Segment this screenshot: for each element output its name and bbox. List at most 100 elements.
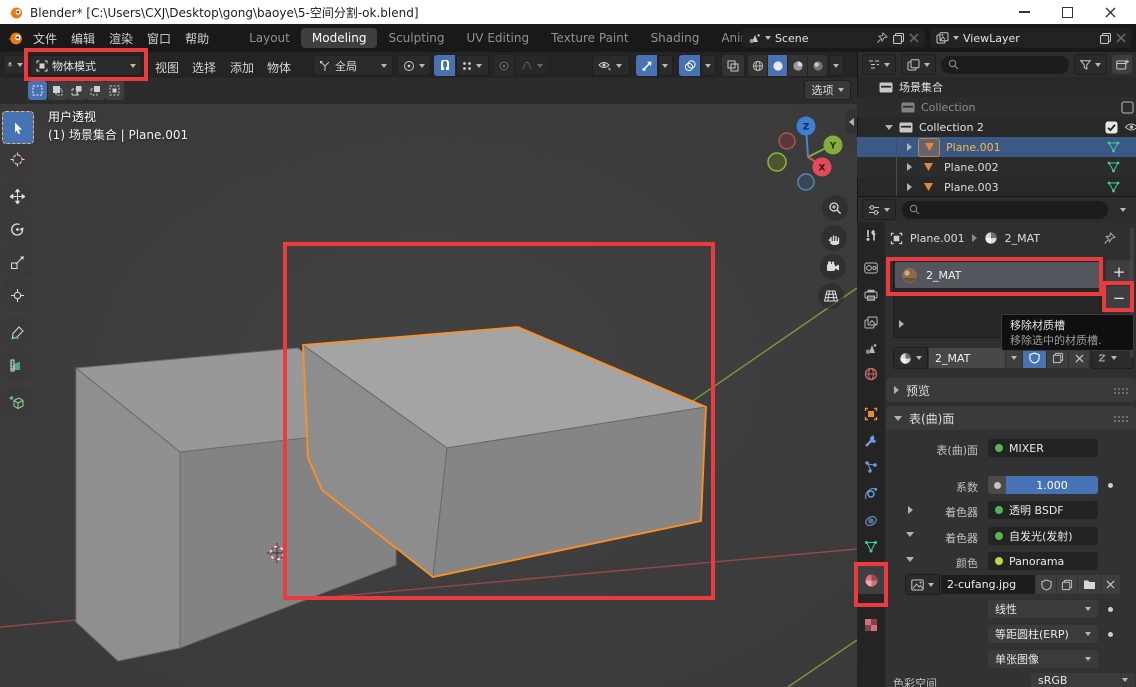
tab-world[interactable] — [857, 367, 885, 381]
select-mode-invert-button[interactable] — [86, 81, 105, 100]
viewport-pan-button[interactable] — [821, 225, 847, 251]
viewlayer-selector[interactable]: ViewLayer — [930, 28, 1132, 48]
transform-orientation-dropdown[interactable]: 全局 — [313, 55, 393, 76]
select-mode-new-button[interactable] — [28, 81, 47, 100]
expand-arrow-icon[interactable] — [907, 183, 912, 191]
snap-settings-dropdown[interactable] — [456, 55, 489, 76]
shading-dropdown[interactable] — [829, 55, 844, 76]
view-menu[interactable]: 视图 — [148, 57, 186, 78]
tab-physics[interactable] — [857, 487, 885, 501]
surface-value-button[interactable]: MIXER — [988, 439, 1098, 457]
material-slot-item[interactable]: 2_MAT — [895, 262, 1100, 288]
pin-icon[interactable] — [876, 32, 888, 44]
properties-options-dropdown[interactable] — [1114, 208, 1132, 212]
minimize-button[interactable] — [1006, 0, 1042, 24]
drag-handle-icon[interactable] — [1113, 415, 1128, 422]
visibility-dropdown[interactable] — [592, 55, 630, 76]
workspace-tab-modeling[interactable]: Modeling — [301, 28, 378, 48]
breadcrumb-object-name[interactable]: Plane.001 — [910, 232, 965, 245]
factor-value-field[interactable]: 1.000 — [1006, 476, 1098, 494]
tab-viewlayer[interactable] — [857, 316, 885, 329]
tool-cursor[interactable] — [2, 144, 32, 175]
object-menu[interactable]: 物体 — [260, 57, 298, 78]
menu-edit[interactable]: 编辑 — [64, 28, 102, 49]
sidebar-toggle[interactable] — [845, 110, 857, 134]
color-value-button[interactable]: Panorama — [988, 552, 1098, 570]
slot-specials-arrow-icon[interactable] — [899, 320, 904, 328]
copy-icon[interactable] — [892, 32, 905, 45]
tab-object[interactable] — [857, 407, 885, 421]
menu-window[interactable]: 窗口 — [140, 28, 178, 49]
image-fake-user-toggle[interactable] — [1036, 575, 1056, 594]
show-gizmo-toggle[interactable] — [636, 55, 657, 76]
menu-help[interactable]: 帮助 — [178, 28, 216, 49]
viewport-canvas[interactable]: Z Y X — [0, 104, 857, 687]
options-dropdown[interactable]: 选项 — [804, 80, 851, 100]
open-image-button[interactable] — [1078, 575, 1100, 594]
gizmo-dropdown[interactable] — [658, 55, 673, 76]
overlays-dropdown[interactable] — [701, 55, 716, 76]
tool-scale[interactable] — [2, 247, 32, 278]
properties-editor-type-button[interactable] — [862, 199, 896, 220]
tab-render[interactable] — [857, 262, 885, 274]
preview-panel-header[interactable]: 预览 — [886, 378, 1136, 402]
outliner-display-mode-button[interactable] — [901, 54, 936, 75]
shader2-value-button[interactable]: 自发光(发射) — [988, 527, 1098, 545]
outliner-filter-button[interactable] — [1074, 54, 1107, 75]
tool-annotate[interactable] — [2, 317, 32, 348]
properties-search-input[interactable] — [902, 201, 1108, 219]
tab-tool[interactable] — [857, 228, 885, 242]
gizmo-negz-ball[interactable] — [798, 174, 814, 190]
breadcrumb-material-name[interactable]: 2_MAT — [1005, 232, 1040, 245]
image-name-field[interactable]: 2-cufang.jpg — [941, 575, 1035, 594]
snap-toggle[interactable] — [434, 55, 455, 76]
decorator-dot[interactable] — [1108, 607, 1113, 612]
select-mode-extend-button[interactable] — [48, 81, 67, 100]
tab-particles[interactable] — [857, 460, 885, 474]
outliner-row-plane003[interactable]: Plane.003 — [857, 177, 1136, 197]
scene-selector[interactable]: Scene — [742, 28, 925, 48]
workspace-tab-uvediting[interactable]: UV Editing — [456, 28, 541, 48]
menu-render[interactable]: 渲染 — [102, 28, 140, 49]
select-mode-intersect-button[interactable] — [105, 81, 124, 100]
factor-slider[interactable]: 1.000 — [988, 476, 1098, 494]
tab-output[interactable] — [857, 289, 885, 301]
fake-user-toggle[interactable] — [1023, 348, 1046, 368]
new-image-button[interactable] — [1057, 575, 1077, 594]
workspace-tab-sculpting[interactable]: Sculpting — [377, 28, 455, 48]
tool-transform[interactable] — [2, 280, 32, 311]
copy-icon[interactable] — [1099, 32, 1112, 45]
tool-measure[interactable] — [2, 350, 32, 381]
projection-dropdown[interactable]: 等距圆柱(ERP) — [988, 625, 1098, 643]
menu-file[interactable]: 文件 — [26, 28, 64, 49]
new-material-button[interactable] — [1047, 348, 1068, 368]
material-name-field[interactable]: 2_MAT — [929, 348, 1005, 368]
tool-move[interactable] — [2, 181, 32, 212]
viewport-camera-button[interactable] — [820, 254, 846, 280]
outliner-row-collection[interactable]: Collection — [857, 97, 1136, 117]
tab-object-data[interactable] — [857, 540, 885, 553]
workspace-tab-texturepaint[interactable]: Texture Paint — [540, 28, 639, 48]
outliner-row-collection2[interactable]: Collection 2 — [857, 117, 1136, 137]
shading-wireframe-button[interactable] — [748, 55, 767, 76]
source-dropdown[interactable]: 单张图像 — [988, 650, 1098, 668]
pivot-point-dropdown[interactable] — [397, 55, 431, 76]
gizmo-negy-ball[interactable] — [768, 153, 786, 171]
tab-material[interactable] — [857, 566, 885, 594]
gizmo-negx-ball[interactable] — [779, 133, 795, 149]
tab-constraints[interactable] — [857, 514, 885, 528]
shader1-value-button[interactable]: 透明 BSDF — [988, 501, 1098, 519]
factor-animate-dot[interactable] — [988, 476, 1006, 494]
select-menu[interactable]: 选择 — [185, 57, 223, 78]
exclude-checkbox-checked[interactable] — [1105, 121, 1118, 134]
material-extra-dropdown[interactable] — [1006, 348, 1022, 368]
maximize-button[interactable] — [1049, 0, 1085, 24]
decorator-dot[interactable] — [1108, 483, 1113, 488]
tab-modifiers[interactable] — [857, 434, 885, 448]
pin-icon[interactable] — [1103, 232, 1116, 245]
viewport-zoom-button[interactable] — [822, 195, 848, 221]
mode-dropdown[interactable]: 物体模式 — [30, 55, 142, 76]
add-material-slot-button[interactable]: + — [1106, 260, 1132, 284]
decorator-dot[interactable] — [1108, 632, 1113, 637]
outliner-row-plane001[interactable]: Plane.001 — [857, 137, 1136, 157]
